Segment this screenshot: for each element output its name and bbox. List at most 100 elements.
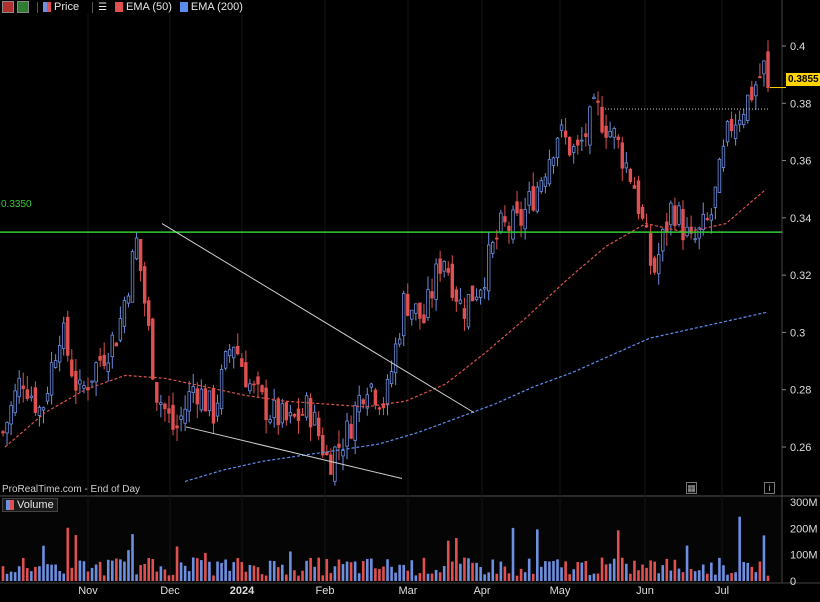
candle-body (256, 376, 260, 385)
volume-bar (693, 571, 697, 581)
volume-label: Volume (17, 499, 54, 511)
candle-body (41, 407, 46, 411)
candle-body (523, 208, 527, 230)
candle-body (495, 237, 499, 240)
volume-bar (637, 570, 640, 581)
list-icon[interactable]: ☰ (98, 2, 107, 13)
candle-body (596, 100, 600, 103)
candle-body (248, 383, 252, 392)
candle-body (264, 387, 268, 421)
candle-body (555, 137, 560, 159)
legend-ema50[interactable]: EMA (50) (115, 1, 172, 13)
volume-bar (758, 561, 762, 581)
volume-bar (685, 545, 689, 581)
candle-body (612, 128, 616, 138)
legend-ema50-label: EMA (50) (126, 1, 172, 13)
candle-body (102, 354, 106, 367)
month-tick-label: Jul (715, 585, 729, 597)
candle-body (155, 381, 159, 403)
volume-bar (163, 569, 167, 581)
volume-bar (305, 560, 308, 581)
volume-bar (459, 563, 462, 581)
candle-body (29, 395, 34, 399)
candle-body (705, 218, 709, 220)
candle-body (547, 159, 552, 185)
volume-bar (260, 574, 264, 581)
volume-bar (738, 516, 741, 581)
candle-body (701, 213, 705, 231)
footer-text: ProRealTime.com - End of Day (2, 484, 141, 495)
candle-body (758, 76, 762, 78)
volume-bar (402, 564, 406, 581)
candle-body (13, 390, 17, 414)
candle-body (183, 408, 187, 424)
volume-bar (175, 546, 179, 581)
volume-bar (491, 559, 495, 581)
volume-bar (21, 557, 25, 581)
candle-body (17, 377, 21, 398)
candle-body (292, 414, 297, 417)
volume-bar (580, 562, 584, 581)
candle-body (430, 291, 434, 299)
volume-legend[interactable]: Volume (2, 498, 58, 512)
price-tick-label: 0.32 (790, 270, 811, 282)
legend-ema200[interactable]: EMA (200) (179, 1, 243, 13)
candle-body (410, 309, 414, 320)
volume-bar (471, 562, 474, 581)
volume-bar (669, 570, 673, 581)
volume-bar (507, 573, 511, 581)
volume-bar (750, 566, 754, 581)
volume-bar (483, 574, 486, 581)
candle-body (312, 411, 317, 426)
candle-body (333, 446, 337, 482)
volume-bar (410, 560, 414, 581)
volume-bar (191, 557, 195, 581)
calendar-icon[interactable]: ▦ (686, 482, 697, 494)
volume-bar (325, 558, 329, 581)
volume-bar (689, 568, 693, 581)
volume-bar (78, 560, 82, 581)
candle-body (669, 202, 673, 226)
candle-body (9, 404, 13, 425)
candle-body (62, 322, 66, 349)
candle-body (219, 368, 224, 410)
candle-body (130, 251, 135, 303)
info-icon[interactable]: i (764, 482, 775, 494)
legend-price[interactable]: Price (43, 1, 79, 13)
volume-bar (17, 566, 21, 581)
candle-body (632, 185, 637, 189)
volume-bar (58, 570, 61, 581)
candle-body (709, 214, 714, 221)
volume-bar (645, 567, 648, 581)
volume-bar (317, 557, 321, 581)
volume-bar (244, 571, 248, 581)
volume-bar (718, 557, 721, 581)
volume-bar (535, 529, 539, 581)
volume-bar (240, 562, 244, 581)
candle-body (620, 142, 624, 169)
volume-bar (714, 574, 717, 581)
arrow-up-icon[interactable] (17, 1, 29, 13)
candle-body (1, 431, 5, 434)
arrow-down-icon[interactable] (2, 1, 14, 13)
candle-body (762, 60, 766, 75)
candle-body (604, 125, 608, 138)
candle-body (665, 221, 669, 233)
volume-bar (151, 558, 155, 581)
volume-bar (179, 562, 183, 581)
volume-bar (131, 534, 134, 581)
volume-bar (361, 561, 365, 581)
candle-body (118, 318, 123, 341)
candle-body (252, 383, 256, 386)
candle-body (592, 96, 596, 99)
volume-bar (268, 560, 272, 581)
candle-body (450, 263, 454, 298)
volume-bar (616, 530, 620, 581)
candle-body (474, 296, 479, 301)
volume-bar (232, 562, 236, 581)
volume-bar (66, 527, 70, 581)
volume-bar (422, 557, 426, 581)
candle-body (134, 237, 139, 260)
volume-bar (612, 558, 616, 581)
volume-bar (386, 559, 389, 581)
